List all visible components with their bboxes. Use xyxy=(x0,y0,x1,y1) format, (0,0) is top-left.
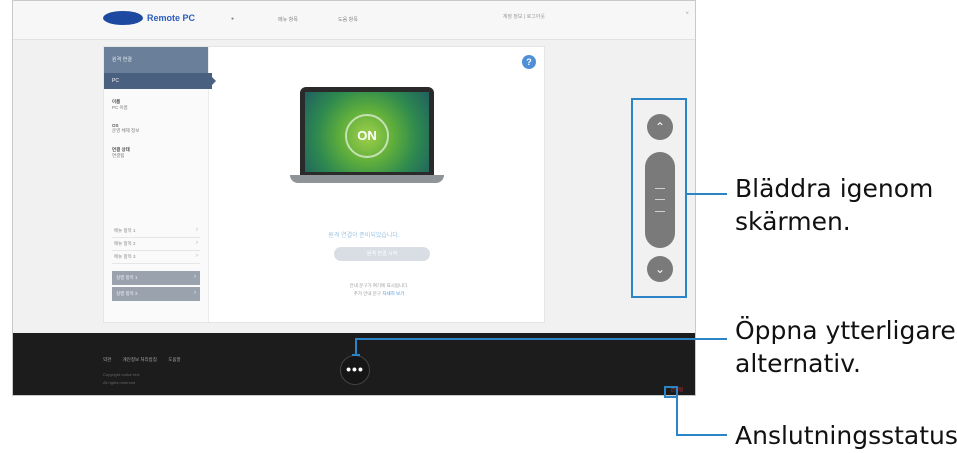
footer-link-help[interactable]: 도움말 xyxy=(168,357,180,362)
menu-item-2[interactable]: 메뉴 항목 2 › xyxy=(112,238,200,251)
side-panel-header: 원격 연결 xyxy=(104,47,208,73)
more-callout-line-v xyxy=(355,338,357,356)
laptop-status-text: ON xyxy=(357,128,377,143)
start-connection-button[interactable]: 원격 연결 시작 xyxy=(334,247,430,261)
info-os-value: 운영 체제 정보 xyxy=(112,128,140,133)
power-ring: ON xyxy=(345,114,389,158)
menu-item-3-label: 메뉴 항목 3 xyxy=(114,254,136,259)
info-name-value: PC 이름 xyxy=(112,105,128,110)
scroll-callout-label: Bläddra igenom skärmen. xyxy=(735,172,933,238)
top-bar: Remote PC ● 메뉴 항목 도움 항목 계정 정보 | 로그아웃 × xyxy=(13,1,695,40)
action-item-1[interactable]: 실행 항목 1 › xyxy=(112,271,200,285)
more-options-button[interactable]: ••• xyxy=(340,355,370,385)
scroll-callout-line-2: skärmen. xyxy=(735,207,851,236)
info-status-value: 연결됨 xyxy=(112,153,125,158)
selected-item-label: PC xyxy=(112,78,119,84)
scroll-thumb[interactable] xyxy=(645,152,675,248)
nav-item-3[interactable]: 도움 항목 xyxy=(338,16,358,23)
footer-link-terms[interactable]: 약관 xyxy=(103,357,111,362)
status-highlight xyxy=(664,386,678,398)
status-callout-line-v xyxy=(676,398,678,436)
footer-link-privacy[interactable]: 개인정보 처리방침 xyxy=(123,357,157,362)
app-title: Remote PC xyxy=(147,13,196,23)
status-callout-line-1: Anslutningsstatus xyxy=(735,421,957,450)
menu-item-3[interactable]: 메뉴 항목 3 › xyxy=(112,251,200,264)
remote-pc-screen: Remote PC ● 메뉴 항목 도움 항목 계정 정보 | 로그아웃 × 원… xyxy=(12,0,696,396)
more-callout-line-2: alternativ. xyxy=(735,349,862,378)
scroll-controls: ⌃ ⌄ xyxy=(631,98,687,298)
laptop-base xyxy=(290,175,444,183)
account-links[interactable]: 계정 정보 | 로그아웃 xyxy=(503,13,545,20)
info-status-label: 연결 상태 xyxy=(112,147,130,152)
scroll-callout-line-1: Bläddra igenom xyxy=(735,174,934,203)
samsung-logo xyxy=(103,11,143,25)
scroll-up-button[interactable]: ⌃ xyxy=(647,114,673,140)
action-item-1-label: 실행 항목 1 xyxy=(116,275,138,280)
chevron-right-icon: › xyxy=(196,240,198,246)
chevron-right-icon: › xyxy=(196,253,198,259)
connection-card: 원격 연결 PC 이름 PC 이름 OS 운영 체제 정보 연결 상태 연결됨 메뉴 … xyxy=(103,46,545,323)
info-status: 연결 상태 연결됨 xyxy=(112,147,130,159)
chevron-right-icon: › xyxy=(194,290,196,296)
more-callout-label: Öppna ytterligare alternativ. xyxy=(735,314,956,380)
connection-note: 안내 문구가 여기에 표시됩니다. 추가 안내 문구 자세히 보기 xyxy=(289,282,469,298)
note-link[interactable]: 자세히 보기 xyxy=(382,291,404,296)
selection-arrow xyxy=(208,73,216,89)
close-icon[interactable]: × xyxy=(685,11,689,17)
menu-item-2-label: 메뉴 항목 2 xyxy=(114,241,136,246)
info-name: 이름 PC 이름 xyxy=(112,99,128,111)
scroll-down-button[interactable]: ⌄ xyxy=(647,256,673,282)
nav-item-1[interactable]: ● xyxy=(231,16,234,22)
more-callout-line-h xyxy=(355,338,727,340)
footer-copy-line-1: Copyright notice text xyxy=(103,372,140,377)
chevron-right-icon: › xyxy=(194,274,196,280)
action-item-2-label: 실행 항목 2 xyxy=(116,291,138,296)
footer-links: 약관 개인정보 처리방침 도움말 xyxy=(103,357,191,363)
info-os: OS 운영 체제 정보 xyxy=(112,123,139,134)
info-name-label: 이름 xyxy=(112,99,121,104)
side-panel-selected-item[interactable]: PC xyxy=(104,73,212,89)
laptop-screen: ON xyxy=(305,92,429,172)
help-icon[interactable]: ? xyxy=(522,55,536,69)
chevron-right-icon: › xyxy=(196,227,198,233)
grip-icon xyxy=(655,188,665,212)
laptop-illustration: ON xyxy=(300,87,434,175)
more-callout-line-1: Öppna ytterligare xyxy=(735,316,956,345)
footer-copyright: Copyright notice text All rights reserve… xyxy=(103,371,139,387)
side-panel-title: 원격 연결 xyxy=(112,57,132,63)
menu-item-1[interactable]: 메뉴 항목 1 › xyxy=(112,225,200,238)
note-line-2: 추가 안내 문구 xyxy=(353,291,382,296)
connection-caption: 원격 연결이 준비되었습니다. xyxy=(328,233,400,239)
action-item-2[interactable]: 실행 항목 2 › xyxy=(112,287,200,301)
side-panel: 원격 연결 PC 이름 PC 이름 OS 운영 체제 정보 연결 상태 연결됨 메뉴 … xyxy=(104,47,216,322)
scroll-callout-line xyxy=(687,193,727,195)
note-line-1: 안내 문구가 여기에 표시됩니다. xyxy=(349,283,409,288)
status-callout-line-h xyxy=(676,434,727,436)
status-callout-label: Anslutningsstatus xyxy=(735,419,957,452)
footer-copy-line-2: All rights reserved xyxy=(103,380,136,385)
nav-item-2[interactable]: 메뉴 항목 xyxy=(278,16,298,23)
menu-item-1-label: 메뉴 항목 1 xyxy=(114,228,136,233)
